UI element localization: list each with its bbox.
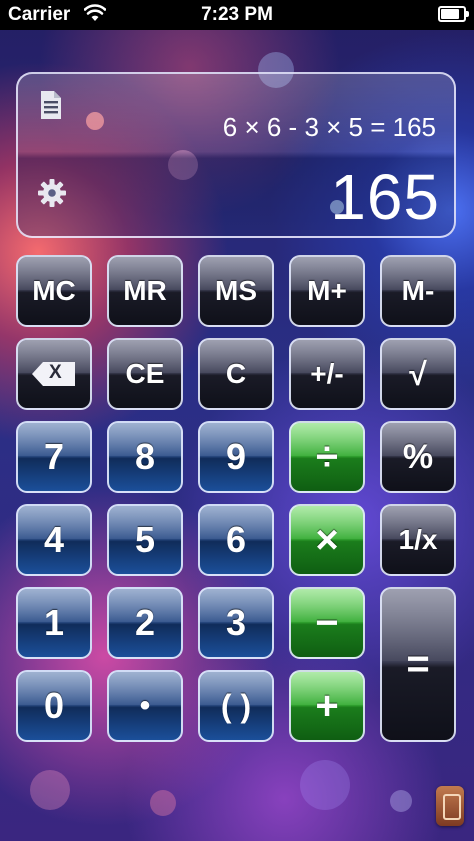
clear-button[interactable]: C [198,338,274,410]
key-label: 4 [43,519,65,560]
memory-subtract-button[interactable]: M- [380,255,456,327]
decimal-point-button[interactable]: • [107,670,183,742]
key-label: M- [401,275,435,306]
digit-5-button[interactable]: 5 [107,504,183,576]
digit-3-button[interactable]: 3 [198,587,274,659]
key-label: +/- [310,358,344,389]
key-label: − [315,600,339,645]
reciprocal-button[interactable]: 1/x [380,504,456,576]
backspace-button[interactable]: X [16,338,92,410]
battery-level [441,9,459,19]
bokeh-light [390,790,412,812]
key-label: × [315,517,339,562]
phone-logo-icon [436,786,464,826]
add-button[interactable]: + [289,670,365,742]
digit-2-button[interactable]: 2 [107,587,183,659]
digit-4-button[interactable]: 4 [16,504,92,576]
percent-button[interactable]: % [380,421,456,493]
key-label: MC [32,275,76,306]
key-label: % [402,437,434,476]
backspace-icon: X [31,361,77,387]
key-label: C [225,358,247,389]
parentheses-button[interactable]: ( ) [198,670,274,742]
sign-toggle-button[interactable]: +/- [289,338,365,410]
key-label: 9 [225,436,247,477]
key-label: 1/x [398,524,438,555]
key-label: 0 [43,685,65,726]
memory-recall-button[interactable]: MR [107,255,183,327]
calculator-display: 6 × 6 - 3 × 5 = 165 165 [16,72,456,238]
key-label: 8 [134,436,156,477]
clock: 7:23 PM [201,4,273,25]
digit-6-button[interactable]: 6 [198,504,274,576]
bokeh-light [30,770,70,810]
memory-store-button[interactable]: MS [198,255,274,327]
expression-text: 6 × 6 - 3 × 5 = 165 [222,112,436,142]
key-label: 7 [43,436,65,477]
key-label: CE [125,358,165,389]
key-label: 3 [225,602,247,643]
key-label: 2 [134,602,156,643]
key-label: √ [409,355,427,392]
key-label: 5 [134,519,156,560]
equals-button[interactable]: = [380,587,456,742]
key-label: + [315,683,339,728]
memory-add-button[interactable]: M+ [289,255,365,327]
bokeh-light [150,790,176,816]
key-label: ( ) [220,687,252,724]
clear-entry-button[interactable]: CE [107,338,183,410]
digit-0-button[interactable]: 0 [16,670,92,742]
divide-button[interactable]: ÷ [289,421,365,493]
result-value: 165 [330,161,440,233]
digit-1-button[interactable]: 1 [16,587,92,659]
document-icon[interactable] [40,90,62,120]
key-label: M+ [307,275,347,306]
key-label: • [139,689,151,722]
digit-8-button[interactable]: 8 [107,421,183,493]
key-label: ÷ [316,434,338,479]
memory-clear-button[interactable]: MC [16,255,92,327]
battery-icon [438,6,469,22]
gear-icon[interactable] [37,178,67,208]
digit-9-button[interactable]: 9 [198,421,274,493]
key-label: 1 [43,602,65,643]
key-label: MS [215,275,257,306]
key-label: 6 [225,519,247,560]
multiply-button[interactable]: × [289,504,365,576]
key-label: = [406,642,430,686]
key-label: MR [123,275,167,306]
bokeh-light [300,760,350,810]
subtract-button[interactable]: − [289,587,365,659]
digit-7-button[interactable]: 7 [16,421,92,493]
status-bar: Carrier 7:23 PM [0,0,474,30]
square-root-button[interactable]: √ [380,338,456,410]
backspace-label: X [49,362,62,383]
